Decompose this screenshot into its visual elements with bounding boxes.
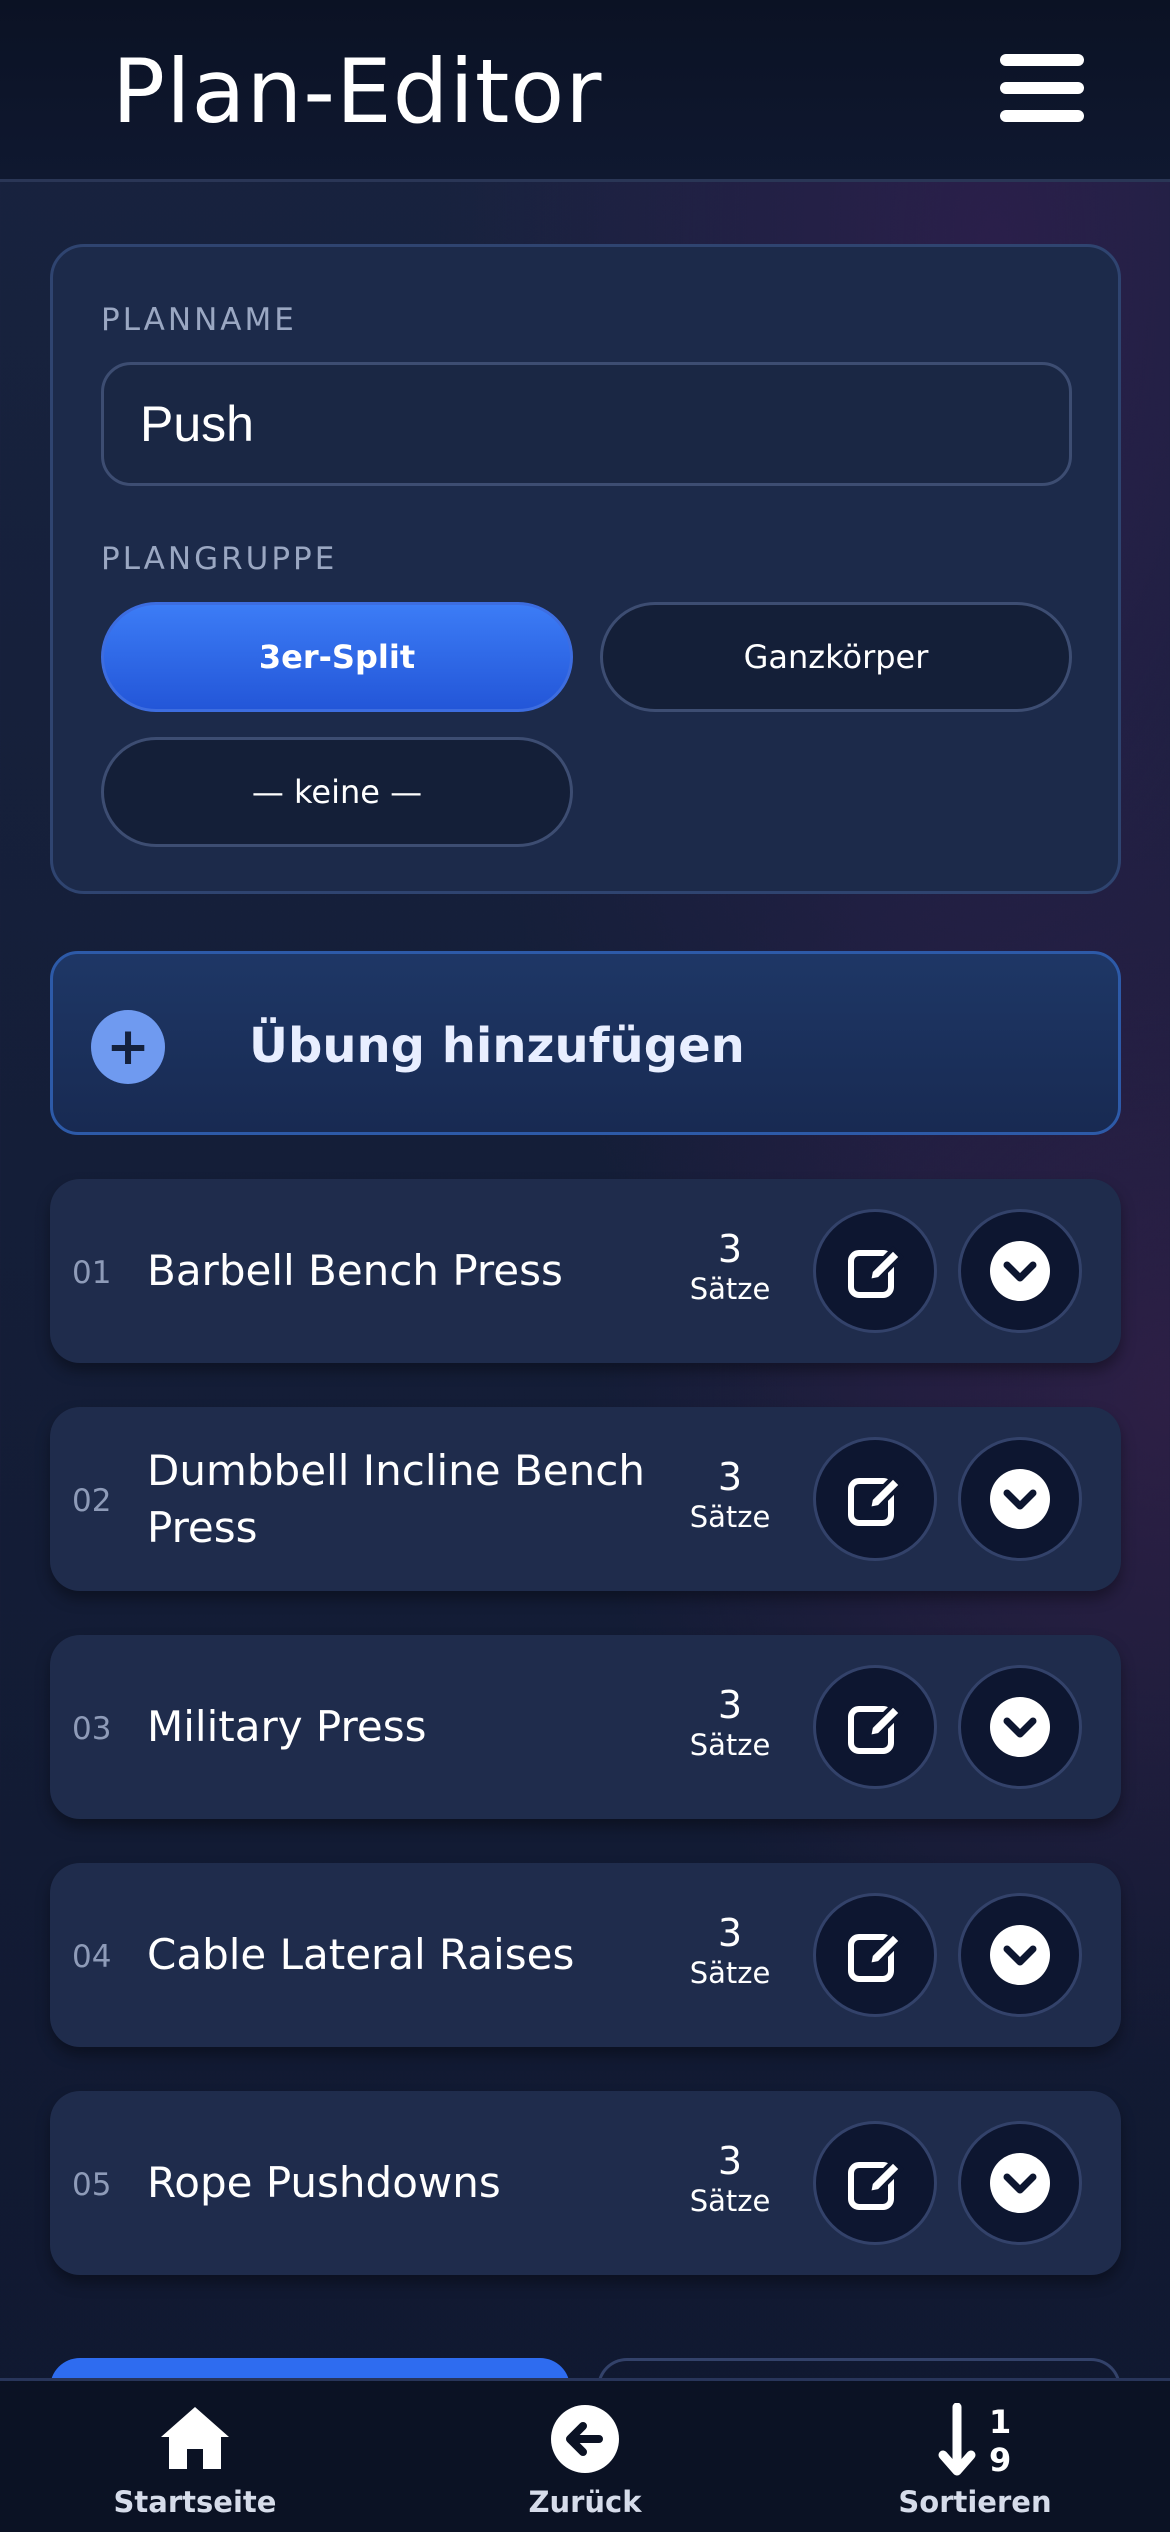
tab-back[interactable]: Zurück	[435, 2381, 735, 2532]
tab-label: Sortieren	[898, 2485, 1052, 2519]
plan-group-label: PLANGRUPPE	[101, 541, 338, 577]
page-title: Plan-Editor	[112, 40, 603, 143]
exercise-row[interactable]: 05 Rope Pushdowns 3 Sätze	[50, 2091, 1121, 2275]
expand-button[interactable]	[958, 1209, 1082, 1333]
chevron-down-icon	[990, 1469, 1050, 1529]
hamburger-menu-icon[interactable]	[1000, 50, 1084, 126]
edit-icon	[848, 1474, 904, 1526]
add-exercise-button[interactable]: + Übung hinzufügen	[50, 951, 1121, 1135]
edit-button[interactable]	[813, 1209, 937, 1333]
exercise-name: Dumbbell Incline Bench Press	[147, 1446, 645, 1552]
edit-icon	[848, 1246, 904, 1298]
chevron-down-icon	[990, 2153, 1050, 2213]
expand-button[interactable]	[958, 2121, 1082, 2245]
svg-text:1: 1	[989, 2403, 1011, 2441]
exercise-sets: 3 Sätze	[682, 1683, 778, 1763]
chevron-down-icon	[990, 1925, 1050, 1985]
sets-unit: Sätze	[689, 2184, 771, 2218]
exercise-row[interactable]: 04 Cable Lateral Raises 3 Sätze	[50, 1863, 1121, 2047]
sets-count: 3	[717, 1455, 743, 1499]
exercise-number: 03	[72, 1711, 112, 1747]
bottom-tab-bar: Startseite Zurück 1 9 Sortieren	[0, 2378, 1170, 2532]
exercise-sets: 3 Sätze	[682, 1455, 778, 1535]
exercise-row[interactable]: 02 Dumbbell Incline Bench Press 3 Sätze	[50, 1407, 1121, 1591]
edit-button[interactable]	[813, 1437, 937, 1561]
tab-home[interactable]: Startseite	[45, 2381, 345, 2532]
exercise-row[interactable]: 03 Military Press 3 Sätze	[50, 1635, 1121, 1819]
exercise-sets: 3 Sätze	[682, 1227, 778, 1307]
exercise-name: Cable Lateral Raises	[147, 1930, 575, 1979]
chevron-down-icon	[990, 1697, 1050, 1757]
sets-unit: Sätze	[689, 1272, 771, 1306]
tab-sort[interactable]: 1 9 Sortieren	[825, 2381, 1125, 2532]
plus-icon: +	[91, 1010, 165, 1084]
edit-button[interactable]	[813, 2121, 937, 2245]
exercise-name: Military Press	[147, 1702, 427, 1751]
exercise-name: Rope Pushdowns	[147, 2158, 501, 2207]
exercise-sets: 3 Sätze	[682, 1911, 778, 1991]
arrow-left-circle-icon	[535, 2403, 635, 2479]
sets-unit: Sätze	[689, 1500, 771, 1534]
tab-label: Zurück	[528, 2485, 642, 2519]
group-chip-keine[interactable]: — keine —	[101, 737, 573, 847]
exercise-row[interactable]: 01 Barbell Bench Press 3 Sätze	[50, 1179, 1121, 1363]
chevron-down-icon	[990, 1241, 1050, 1301]
sets-count: 3	[717, 1227, 743, 1271]
group-chip-label: — keine —	[251, 773, 423, 811]
plan-name-input[interactable]	[101, 362, 1072, 486]
expand-button[interactable]	[958, 1893, 1082, 2017]
sort-numeric-icon: 1 9	[925, 2403, 1025, 2479]
exercise-sets: 3 Sätze	[682, 2139, 778, 2219]
edit-button[interactable]	[813, 1893, 937, 2017]
expand-button[interactable]	[958, 1665, 1082, 1789]
group-chip-3er-split[interactable]: 3er-Split	[101, 602, 573, 712]
group-chip-ganzkoerper[interactable]: Ganzkörper	[600, 602, 1072, 712]
group-chip-label: 3er-Split	[258, 638, 416, 676]
sets-count: 3	[717, 2139, 743, 2183]
plan-settings-card: PLANNAME PLANGRUPPE 3er-Split Ganzkörper…	[50, 244, 1121, 894]
exercise-number: 04	[72, 1939, 112, 1975]
home-icon	[145, 2403, 245, 2479]
group-chip-label: Ganzkörper	[743, 638, 929, 676]
edit-icon	[848, 1930, 904, 1982]
edit-icon	[848, 1702, 904, 1754]
svg-text:9: 9	[989, 2441, 1011, 2479]
plan-name-label: PLANNAME	[101, 302, 297, 338]
exercise-number: 02	[72, 1483, 112, 1519]
exercise-number: 01	[72, 1255, 112, 1291]
sets-count: 3	[717, 1911, 743, 1955]
exercise-number: 05	[72, 2167, 112, 2203]
sets-unit: Sätze	[689, 1728, 771, 1762]
expand-button[interactable]	[958, 1437, 1082, 1561]
edit-button[interactable]	[813, 1665, 937, 1789]
sets-count: 3	[717, 1683, 743, 1727]
edit-icon	[848, 2158, 904, 2210]
add-exercise-label: Übung hinzufügen	[249, 1018, 745, 1074]
sets-unit: Sätze	[689, 1956, 771, 1990]
tab-label: Startseite	[113, 2485, 277, 2519]
exercise-name: Barbell Bench Press	[147, 1246, 563, 1295]
app-header: Plan-Editor	[0, 0, 1170, 182]
